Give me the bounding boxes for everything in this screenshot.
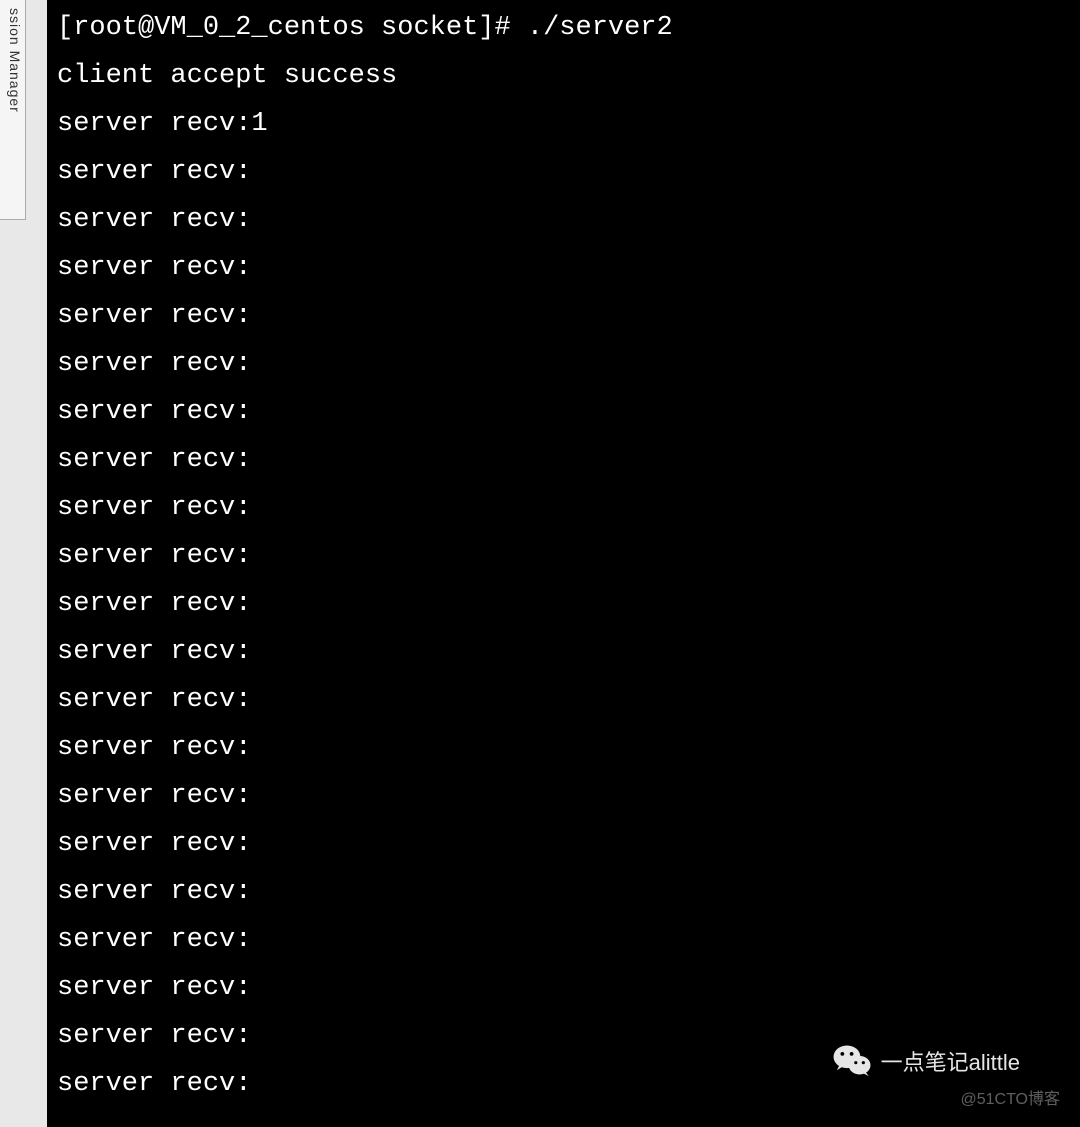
terminal-output-line: server recv: [57,580,1070,628]
terminal-output-line: server recv: [57,820,1070,868]
terminal-window[interactable]: [root@VM_0_2_centos socket]# ./server2 c… [47,0,1080,1127]
session-manager-tab[interactable]: ssion Manager [0,0,26,220]
terminal-output-line: server recv: [57,676,1070,724]
terminal-output-line: server recv: [57,340,1070,388]
terminal-output-line: server recv: [57,148,1070,196]
terminal-output-line: server recv: [57,244,1070,292]
terminal-output-line: server recv: [57,388,1070,436]
watermark-main-text: 一点笔记alittle [881,1045,1020,1077]
terminal-output-line: server recv: [57,532,1070,580]
terminal-output-line: server recv: [57,484,1070,532]
terminal-output-line: server recv: [57,916,1070,964]
terminal-output-line: server recv: [57,436,1070,484]
sidebar-label: ssion Manager [7,8,23,113]
wechat-icon [831,1040,873,1082]
watermark-logo: 一点笔记alittle [831,1040,1020,1082]
terminal-output-line: server recv: [57,772,1070,820]
terminal-output-line: server recv: [57,628,1070,676]
terminal-command: ./server2 [527,13,673,43]
terminal-output: client accept successserver recv:1server… [57,52,1070,1108]
terminal-output-line: server recv: [57,196,1070,244]
terminal-output-line: server recv:1 [57,100,1070,148]
terminal-output-line: server recv: [57,724,1070,772]
terminal-prompt-line: [root@VM_0_2_centos socket]# ./server2 [57,4,1070,52]
terminal-output-line: server recv: [57,964,1070,1012]
terminal-prompt: [root@VM_0_2_centos socket]# [57,13,527,43]
terminal-output-line: server recv: [57,868,1070,916]
terminal-output-line: client accept success [57,52,1070,100]
terminal-output-line: server recv: [57,292,1070,340]
watermark-sub-text: @51CTO博客 [960,1085,1060,1109]
